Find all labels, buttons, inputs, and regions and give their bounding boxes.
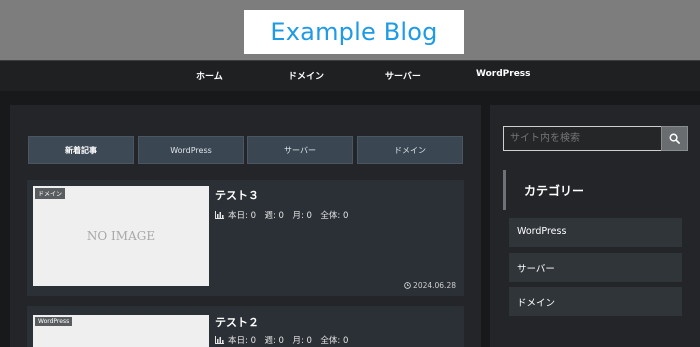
global-nav: ホーム ドメイン サーバー WordPress — [0, 61, 700, 91]
search-button[interactable] — [661, 126, 688, 151]
post-stats: 本日: 0 週: 0 月: 0 全体: 0 — [215, 209, 348, 221]
bar-chart-icon — [215, 211, 224, 219]
sidebar-category-server[interactable]: サーバー — [509, 253, 682, 282]
post-thumbnail[interactable]: WordPress — [33, 315, 209, 347]
no-image-text: NO IMAGE — [86, 229, 156, 243]
nav-item-wordpress[interactable]: WordPress — [476, 69, 531, 79]
category-badge: ドメイン — [35, 188, 66, 199]
clock-icon — [404, 282, 411, 289]
nav-item-server[interactable]: サーバー — [385, 69, 421, 82]
category-heading-text: カテゴリー — [524, 184, 585, 198]
post-stats: 本日: 0 週: 0 月: 0 全体: 0 — [215, 334, 348, 346]
category-badge: WordPress — [35, 317, 73, 326]
tab-wordpress[interactable]: WordPress — [138, 136, 244, 164]
post-stats-text: 本日: 0 週: 0 月: 0 全体: 0 — [228, 336, 349, 346]
tab-new-posts[interactable]: 新着記事 — [28, 136, 134, 164]
search-input[interactable] — [503, 126, 661, 151]
post-date: 2024.06.28 — [404, 281, 456, 290]
site-logo[interactable]: Example Blog — [244, 10, 464, 54]
post-title[interactable]: テスト３ — [215, 187, 259, 203]
tab-server[interactable]: サーバー — [247, 136, 353, 164]
tab-domain[interactable]: ドメイン — [357, 136, 463, 164]
post-card[interactable]: WordPress テスト２ 本日: 0 週: 0 月: 0 全体: 0 — [27, 306, 464, 347]
sidebar-category-wordpress[interactable]: WordPress — [509, 218, 682, 247]
nav-item-home[interactable]: ホーム — [196, 69, 223, 82]
header-band: Example Blog — [0, 0, 700, 61]
site-logo-text: Example Blog — [270, 18, 438, 46]
post-date-text: 2024.06.28 — [413, 281, 456, 290]
bar-chart-icon — [215, 336, 224, 344]
post-card[interactable]: NO IMAGE ドメイン テスト３ 本日: 0 週: 0 月: 0 全体: 0… — [27, 180, 464, 296]
search-icon — [669, 133, 680, 144]
nav-item-domain[interactable]: ドメイン — [288, 69, 324, 82]
category-widget-heading: カテゴリー — [503, 170, 688, 210]
post-thumbnail[interactable]: NO IMAGE ドメイン — [33, 186, 209, 286]
sidebar-category-domain[interactable]: ドメイン — [509, 287, 682, 316]
post-stats-text: 本日: 0 週: 0 月: 0 全体: 0 — [228, 211, 349, 221]
post-title[interactable]: テスト２ — [215, 314, 259, 330]
